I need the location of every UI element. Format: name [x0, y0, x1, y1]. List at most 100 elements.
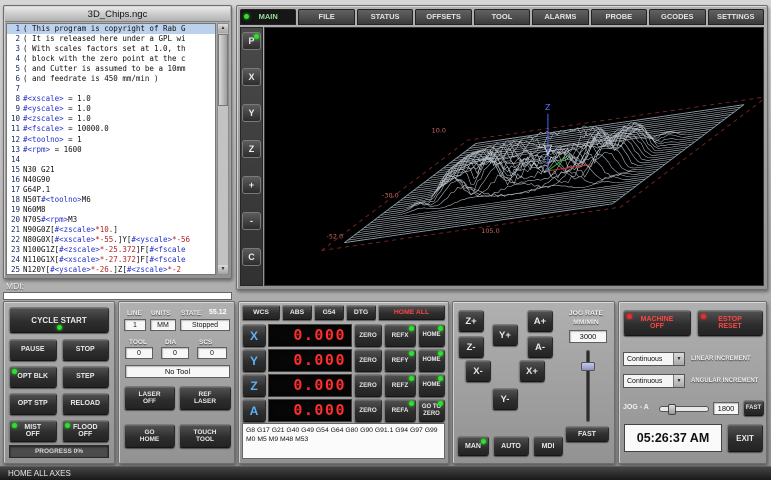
jog-a-minus-button[interactable]: A- [527, 336, 553, 358]
tab-settings[interactable]: SETTINGS [708, 9, 764, 25]
zero-z-button[interactable]: ZERO [354, 374, 382, 397]
home-y-button[interactable]: HOME [418, 349, 445, 372]
dtg-button[interactable]: DTG [346, 305, 376, 320]
mdi-mode-button[interactable]: MDI [533, 436, 563, 456]
flood-off-button[interactable]: FLOODOFF [62, 420, 110, 442]
gcode-line: 19N60M8 [7, 205, 215, 215]
mdi-label: MDI: [6, 281, 24, 291]
refx-button[interactable]: REFX [384, 324, 416, 347]
tab-probe[interactable]: PROBE [591, 9, 647, 25]
gcode-line: 11#<fscale> = 10000.0 [7, 124, 215, 134]
slider-handle[interactable] [668, 404, 676, 415]
auto-mode-button[interactable]: AUTO [493, 436, 529, 456]
scroll-up-icon[interactable]: ▲ [218, 24, 228, 33]
tab-label: STATUS [371, 12, 400, 21]
tab-tool[interactable]: TOOL [474, 9, 530, 25]
axis-x-button[interactable]: X [242, 324, 266, 347]
scs-value: 0 [197, 347, 227, 359]
line-number: 1 [7, 24, 23, 34]
green-led-indicator [438, 326, 443, 331]
line-number: 4 [7, 54, 23, 64]
scroll-down-icon[interactable]: ▼ [218, 265, 228, 274]
tab-label: SETTINGS [717, 12, 755, 21]
plot-zoom-out-button[interactable]: - [242, 212, 261, 230]
jog-a-fast-button[interactable]: FAST [743, 400, 764, 416]
home-z-button[interactable]: HOME [418, 374, 445, 397]
man-mode-button[interactable]: MAN [457, 436, 489, 456]
plot-view-x-button[interactable]: X [242, 68, 261, 86]
laser-off-button[interactable]: LASER OFF [124, 386, 175, 410]
mdi-input[interactable] [3, 292, 232, 300]
home-x-button[interactable]: HOME [418, 324, 445, 347]
line-text: ( block with the zero point at the c [23, 54, 186, 64]
tab-main[interactable]: MAIN [240, 9, 296, 25]
angular-increment-select[interactable]: Continuous ▼ [623, 374, 685, 388]
g54-button[interactable]: G54 [314, 305, 344, 320]
line-number: 18 [7, 195, 23, 205]
plot-view-y-button[interactable]: Y [242, 104, 261, 122]
jog-a-plus-button[interactable]: A+ [527, 310, 553, 332]
refz-button[interactable]: REFZ [384, 374, 416, 397]
zero-y-button[interactable]: ZERO [354, 349, 382, 372]
tab-file[interactable]: FILE [298, 9, 354, 25]
exit-button[interactable]: EXIT [727, 424, 763, 452]
slider-handle[interactable] [581, 362, 595, 371]
tab-label: TOOL [492, 12, 513, 21]
jog-y-minus-button[interactable]: Y- [492, 388, 518, 410]
machine-off-button[interactable]: MACHINE OFF [623, 310, 691, 336]
line-number: 11 [7, 124, 23, 134]
plot-view-z-button[interactable]: Z [242, 140, 261, 158]
jog-x-plus-button[interactable]: X+ [519, 360, 545, 382]
tool-description: No Tool [125, 365, 230, 378]
tab-gcodes[interactable]: GCODES [649, 9, 705, 25]
plot-perspective-button[interactable]: P [242, 32, 261, 50]
cycle-start-button[interactable]: CYCLE START [9, 307, 109, 333]
axis-tick-label: 10.0 [432, 126, 446, 134]
reload-button[interactable]: RELOAD [62, 393, 110, 415]
chevron-down-icon: ▼ [673, 353, 684, 365]
tab-label: GCODES [661, 12, 694, 21]
jog-a-slider[interactable] [659, 406, 709, 412]
scrollbar-thumb[interactable] [218, 34, 228, 106]
refa-button[interactable]: REFA [384, 399, 416, 422]
estop-reset-button[interactable]: ESTOP RESET [697, 310, 763, 336]
zero-a-button[interactable]: ZERO [354, 399, 382, 422]
tab-offsets[interactable]: OFFSETS [415, 9, 471, 25]
mist-off-button[interactable]: MISTOFF [9, 420, 57, 442]
opt-blk-button[interactable]: OPT BLK [9, 366, 57, 388]
refy-button[interactable]: REFY [384, 349, 416, 372]
step-button[interactable]: STEP [62, 366, 110, 388]
opt-stp-button[interactable]: OPT STP [9, 393, 57, 415]
line-number: 6 [7, 74, 23, 84]
tab-alarms[interactable]: ALARMS [532, 9, 588, 25]
jog-x-minus-button[interactable]: X- [465, 360, 491, 382]
cycle-start-label: CYCLE START [31, 316, 86, 325]
zero-x-button[interactable]: ZERO [354, 324, 382, 347]
laser-label-1: LASER [138, 391, 160, 399]
gcode-editor[interactable]: 1( This program is copyright of Rab G2( … [6, 23, 216, 275]
pause-button[interactable]: PAUSE [9, 339, 57, 361]
jog-z-minus-button[interactable]: Z- [458, 336, 484, 358]
stop-button[interactable]: STOP [62, 339, 110, 361]
ref-laser-button[interactable]: REF LASER [179, 386, 231, 410]
axis-y-button[interactable]: Y [242, 349, 266, 372]
plot-clear-button[interactable]: C [242, 248, 261, 266]
jog-rate-slider[interactable] [581, 350, 595, 422]
linear-increment-select[interactable]: Continuous ▼ [623, 352, 685, 366]
go-home-button[interactable]: GO HOME [124, 424, 175, 448]
touch-tool-button[interactable]: TOUCH TOOL [179, 424, 231, 448]
axis-z-button[interactable]: Z [242, 374, 266, 397]
line-text: ( This program is copyright of Rab G [23, 24, 186, 34]
tab-status[interactable]: STATUS [357, 9, 413, 25]
wcs-button[interactable]: WCS [242, 305, 280, 320]
axis-a-button[interactable]: A [242, 399, 266, 422]
plot-area[interactable]: Z10.0-30.0-52.0105.0 [264, 27, 764, 286]
go-to-zero-button[interactable]: GO TO ZERO [418, 399, 445, 422]
plot-zoom-in-button[interactable]: + [242, 176, 261, 194]
abs-button[interactable]: ABS [282, 305, 312, 320]
jog-z-plus-button[interactable]: Z+ [458, 310, 484, 332]
home-all-button[interactable]: HOME ALL [378, 305, 445, 320]
machine-label-2: OFF [650, 323, 664, 331]
jog-y-plus-button[interactable]: Y+ [492, 324, 518, 346]
gcode-scrollbar[interactable]: ▲ ▼ [217, 23, 229, 275]
